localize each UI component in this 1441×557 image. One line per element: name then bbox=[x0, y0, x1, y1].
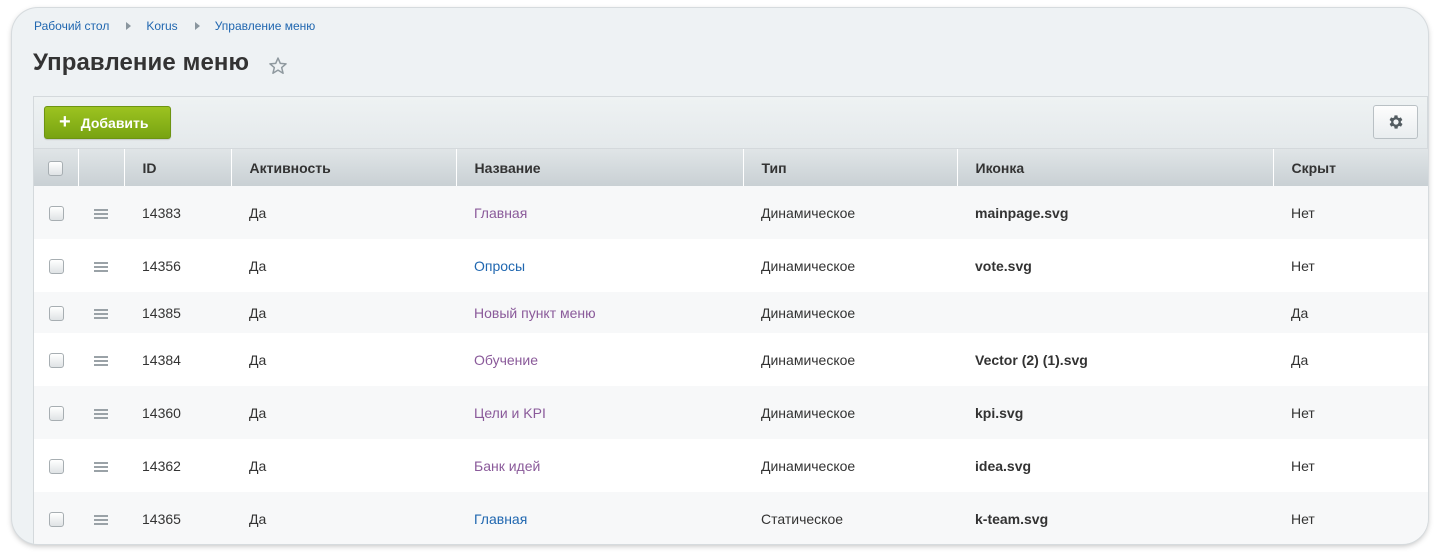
cell-id: 14356 bbox=[142, 257, 181, 274]
table-row[interactable]: 14362 Да Банк идей Динамическое idea.svg… bbox=[34, 439, 1428, 492]
plus-icon: + bbox=[59, 110, 71, 133]
cell-id: 14384 bbox=[142, 351, 181, 368]
select-all-checkbox[interactable] bbox=[48, 160, 64, 176]
menu-list-panel: + Добавить ID Активность Название Тип Ик… bbox=[33, 96, 1428, 544]
cell-name-link[interactable]: Главная bbox=[474, 205, 527, 221]
breadcrumb-chevron-icon bbox=[194, 22, 200, 30]
drag-handle-icon[interactable] bbox=[94, 307, 108, 321]
cell-type: Динамическое bbox=[761, 457, 856, 474]
cell-icon: kpi.svg bbox=[975, 404, 1024, 421]
cell-active: Да bbox=[249, 257, 267, 274]
table-row[interactable]: 14360 Да Цели и KPI Динамическое kpi.svg… bbox=[34, 386, 1428, 439]
header-id[interactable]: ID bbox=[124, 149, 232, 186]
cell-active: Да bbox=[249, 404, 267, 421]
toolbar: + Добавить bbox=[34, 97, 1427, 149]
cell-hidden: Нет bbox=[1291, 457, 1315, 474]
header-hidden[interactable]: Скрыт bbox=[1273, 149, 1428, 186]
table-row[interactable]: 14365 Да Главная Статическое k-team.svg … bbox=[34, 492, 1428, 544]
cell-id: 14385 bbox=[142, 304, 181, 321]
add-button-label: Добавить bbox=[80, 114, 149, 131]
row-checkbox[interactable] bbox=[48, 258, 64, 274]
cell-name-link[interactable]: Опросы bbox=[474, 258, 525, 274]
cell-name-link[interactable]: Главная bbox=[474, 511, 527, 527]
breadcrumb-chevron-icon bbox=[126, 22, 132, 30]
cell-icon: idea.svg bbox=[975, 457, 1032, 474]
header-name[interactable]: Название bbox=[456, 149, 744, 186]
cell-type: Динамическое bbox=[761, 257, 856, 274]
cell-hidden: Нет bbox=[1291, 404, 1315, 421]
row-checkbox[interactable] bbox=[48, 352, 64, 368]
header-type[interactable]: Тип bbox=[743, 149, 958, 186]
window-frame: Рабочий стол Korus Управление меню Управ… bbox=[12, 8, 1428, 544]
cell-icon: mainpage.svg bbox=[975, 204, 1069, 221]
cell-icon bbox=[957, 292, 1273, 333]
title-row: Управление меню bbox=[33, 49, 288, 77]
cell-id: 14362 bbox=[142, 457, 181, 474]
table-row[interactable]: 14383 Да Главная Динамическое mainpage.s… bbox=[34, 186, 1428, 239]
cell-hidden: Нет bbox=[1291, 257, 1315, 274]
header-icon[interactable]: Иконка bbox=[957, 149, 1274, 186]
drag-handle-icon[interactable] bbox=[94, 407, 108, 421]
cell-active: Да bbox=[249, 304, 267, 321]
table-row[interactable]: 14384 Да Обучение Динамическое Vector (2… bbox=[34, 333, 1428, 386]
header-drag bbox=[78, 149, 125, 186]
drag-handle-icon[interactable] bbox=[94, 354, 108, 368]
cell-name-link[interactable]: Цели и KPI bbox=[474, 405, 546, 421]
row-checkbox[interactable] bbox=[48, 511, 64, 527]
table-row[interactable]: 14385 Да Новый пункт меню Динамическое Д… bbox=[34, 292, 1428, 333]
cell-name-link[interactable]: Банк идей bbox=[474, 458, 540, 474]
breadcrumb-item-menu[interactable]: Управление меню bbox=[215, 19, 316, 33]
drag-handle-icon[interactable] bbox=[94, 513, 108, 527]
cell-type: Статическое bbox=[761, 510, 844, 527]
breadcrumb-item-desktop[interactable]: Рабочий стол bbox=[34, 19, 109, 33]
row-checkbox[interactable] bbox=[48, 205, 64, 221]
row-checkbox[interactable] bbox=[48, 305, 64, 321]
cell-icon: k-team.svg bbox=[975, 510, 1049, 527]
cell-type: Динамическое bbox=[761, 404, 856, 421]
cell-active: Да bbox=[249, 204, 267, 221]
settings-button[interactable] bbox=[1373, 105, 1418, 139]
cell-type: Динамическое bbox=[761, 204, 856, 221]
cell-id: 14383 bbox=[142, 204, 181, 221]
cell-id: 14360 bbox=[142, 404, 181, 421]
cell-name-link[interactable]: Обучение bbox=[474, 352, 538, 368]
header-select-all bbox=[34, 149, 79, 186]
table-row[interactable]: 14356 Да Опросы Динамическое vote.svg Не… bbox=[34, 239, 1428, 292]
drag-handle-icon[interactable] bbox=[94, 260, 108, 274]
row-checkbox[interactable] bbox=[48, 458, 64, 474]
star-icon[interactable] bbox=[268, 56, 288, 76]
gear-icon bbox=[1389, 115, 1403, 129]
drag-handle-icon[interactable] bbox=[94, 460, 108, 474]
cell-icon: Vector (2) (1).svg bbox=[975, 351, 1088, 368]
cell-hidden: Нет bbox=[1291, 510, 1315, 527]
cell-hidden: Да bbox=[1291, 304, 1309, 321]
add-button[interactable]: + Добавить bbox=[44, 106, 171, 139]
cell-id: 14365 bbox=[142, 510, 181, 527]
cell-active: Да bbox=[249, 457, 267, 474]
page-title: Управление меню bbox=[33, 49, 250, 76]
menu-table: ID Активность Название Тип Иконка Скрыт … bbox=[34, 149, 1428, 544]
cell-name-link[interactable]: Новый пункт меню bbox=[474, 305, 596, 321]
cell-hidden: Нет bbox=[1291, 204, 1315, 221]
breadcrumb: Рабочий стол Korus Управление меню bbox=[34, 19, 315, 33]
breadcrumb-item-korus[interactable]: Korus bbox=[146, 19, 177, 33]
cell-active: Да bbox=[249, 351, 267, 368]
row-checkbox[interactable] bbox=[48, 405, 64, 421]
cell-type: Динамическое bbox=[761, 304, 856, 321]
drag-handle-icon[interactable] bbox=[94, 207, 108, 221]
cell-icon: vote.svg bbox=[975, 257, 1032, 274]
header-active[interactable]: Активность bbox=[231, 149, 457, 186]
cell-active: Да bbox=[249, 510, 267, 527]
cell-type: Динамическое bbox=[761, 351, 856, 368]
table-header: ID Активность Название Тип Иконка Скрыт bbox=[34, 149, 1428, 186]
cell-hidden: Да bbox=[1291, 351, 1309, 368]
